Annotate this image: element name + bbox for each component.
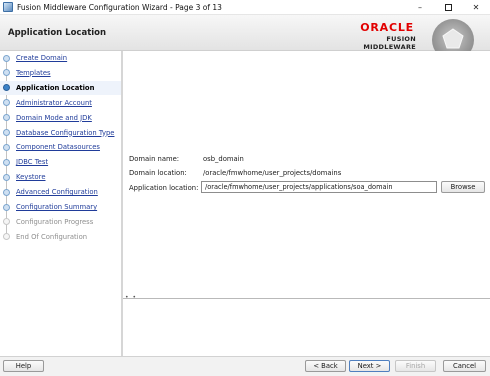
- message-pane: [123, 299, 490, 356]
- sidebar-item-advanced-configuration[interactable]: Advanced Configuration: [0, 185, 121, 199]
- wizard-footer: Help < Back Next > Finish Cancel: [0, 356, 490, 376]
- step-status-icon: [3, 173, 10, 181]
- sidebar-item-label: JDBC Test: [16, 158, 49, 167]
- domain-location-label: Domain location:: [129, 169, 187, 177]
- browse-button[interactable]: Browse: [441, 181, 485, 193]
- back-button[interactable]: < Back: [305, 360, 346, 372]
- domain-location-value: /oracle/fmwhome/user_projects/domains: [203, 169, 342, 177]
- step-status-icon: [3, 84, 10, 92]
- sidebar-item-label: Database Configuration Type: [16, 128, 115, 137]
- step-status-icon: [3, 233, 10, 241]
- step-status-icon: [3, 188, 10, 196]
- sidebar-item-application-location[interactable]: Application Location: [0, 80, 121, 95]
- sidebar-item-database-configuration-type[interactable]: Database Configuration Type: [0, 126, 121, 140]
- cancel-button[interactable]: Cancel: [443, 360, 486, 372]
- window-title: Fusion Middleware Configuration Wizard -…: [17, 2, 222, 12]
- step-status-icon: [3, 54, 10, 62]
- step-status-icon: [3, 143, 10, 151]
- close-button[interactable]: ✕: [462, 0, 490, 15]
- sidebar-item-label: Application Location: [16, 83, 95, 92]
- domain-name-label: Domain name:: [129, 155, 180, 163]
- maximize-button[interactable]: [434, 0, 462, 15]
- oracle-logo-word: ORACLE: [360, 21, 414, 34]
- sidebar-item-domain-mode-and-jdk[interactable]: Domain Mode and JDK: [0, 111, 121, 125]
- sidebar-item-configuration-summary[interactable]: Configuration Summary: [0, 200, 121, 214]
- wizard-header: Application Location ORACLE FUSION MIDDL…: [0, 15, 490, 61]
- sidebar-item-label: Advanced Configuration: [16, 188, 98, 197]
- sidebar-item-component-datasources[interactable]: Component Datasources: [0, 140, 121, 154]
- fusion-middleware-label: FUSION MIDDLEWARE: [363, 35, 416, 51]
- sidebar-item-end-of-configuration: End Of Configuration: [0, 230, 121, 244]
- sidebar-item-label: Templates: [16, 68, 51, 77]
- wizard-steps-sidebar: Create Domain Templates Application Locati…: [0, 51, 121, 356]
- step-status-icon: [3, 203, 10, 211]
- sidebar-item-label: Component Datasources: [16, 143, 100, 152]
- finish-button[interactable]: Finish: [395, 360, 436, 372]
- app-icon: [3, 2, 13, 12]
- maximize-icon: [444, 3, 452, 11]
- application-location-input[interactable]: /oracle/fmwhome/user_projects/applicatio…: [201, 181, 437, 193]
- step-status-icon: [3, 129, 10, 136]
- help-button[interactable]: Help: [3, 360, 44, 372]
- window-titlebar: Fusion Middleware Configuration Wizard -…: [0, 0, 490, 15]
- sidebar-item-label: End Of Configuration: [16, 232, 88, 241]
- sidebar-item-templates[interactable]: Templates: [0, 66, 121, 80]
- sidebar-item-jdbc-test[interactable]: JDBC Test: [0, 155, 121, 169]
- sidebar-item-configuration-progress: Configuration Progress: [0, 215, 121, 229]
- sidebar-item-create-domain[interactable]: Create Domain: [0, 51, 121, 65]
- main-content: Domain name: osb_domain Domain location:…: [123, 51, 490, 298]
- application-location-label: Application location:: [129, 184, 199, 192]
- sidebar-item-administrator-account[interactable]: Administrator Account: [0, 96, 121, 110]
- step-status-icon: [3, 114, 10, 122]
- sidebar-item-label: Keystore: [16, 173, 46, 182]
- sidebar-item-label: Domain Mode and JDK: [16, 113, 92, 122]
- minimize-button[interactable]: –: [406, 0, 434, 15]
- sidebar-item-label: Administrator Account: [16, 98, 92, 107]
- page-title: Application Location: [8, 28, 107, 38]
- step-status-icon: [3, 99, 10, 107]
- step-status-icon: [3, 218, 10, 226]
- domain-name-value: osb_domain: [203, 155, 244, 163]
- sidebar-item-label: Configuration Summary: [16, 203, 98, 211]
- sidebar-item-label: Create Domain: [16, 54, 68, 62]
- step-status-icon: [3, 158, 10, 166]
- sidebar-item-keystore[interactable]: Keystore: [0, 170, 121, 184]
- oracle-logo: ORACLE FUSION MIDDLEWARE: [340, 21, 422, 51]
- next-button[interactable]: Next >: [349, 360, 390, 372]
- step-status-icon: [3, 69, 10, 77]
- sidebar-item-label: Configuration Progress: [16, 217, 94, 226]
